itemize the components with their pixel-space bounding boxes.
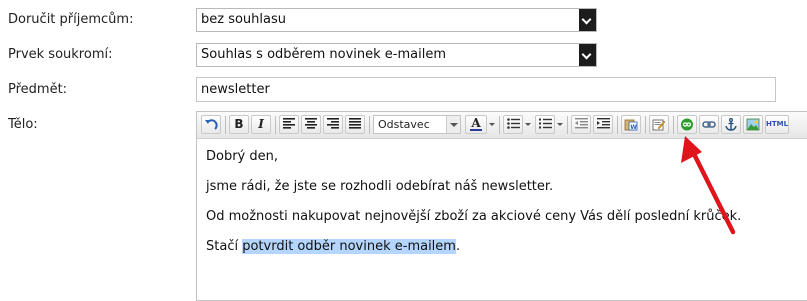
format-select-value: Odstavec (378, 118, 430, 131)
insert-image-button[interactable] (743, 115, 763, 134)
content-line-offer: Od možnosti nakupovat nejnovější zboží z… (206, 209, 742, 224)
align-center-button[interactable] (301, 115, 321, 134)
html-source-button[interactable]: HTML (765, 115, 789, 134)
chevron-down-icon[interactable] (446, 116, 460, 133)
body-label: Tělo: (8, 117, 38, 132)
undo-icon (205, 119, 218, 130)
numbered-list-dropdown[interactable] (557, 115, 565, 134)
font-color-swatch (470, 129, 482, 131)
bullet-list-icon (506, 118, 520, 129)
content-line-confirm: Stačí potvrdit odběr novinek e-mailem. (206, 238, 741, 255)
confirm-prefix: Stačí (206, 239, 243, 254)
paste-word-icon: W (624, 119, 638, 131)
bullet-list-dropdown[interactable] (525, 115, 533, 134)
privacy-select[interactable]: Souhlas s odběrem novinek e-mailem (196, 43, 597, 67)
toolbar-separator (225, 116, 226, 134)
link-icon (702, 121, 716, 128)
content-line-intro: jsme rádi, že jste se rozhodli odebírat … (206, 179, 554, 194)
anchor-icon (725, 118, 737, 131)
font-color-dropdown[interactable] (489, 115, 497, 134)
insert-link-button[interactable] (699, 115, 719, 134)
content-line-greeting: Dobrý den, (206, 149, 279, 164)
confirm-suffix: . (455, 239, 461, 254)
toolbar-separator (617, 116, 618, 134)
subject-input[interactable]: newsletter (196, 77, 776, 102)
font-color-button[interactable]: A (465, 115, 487, 134)
body-editor[interactable]: B I Odstavec A W HTML Dobrý den, jsme rá… (196, 111, 807, 301)
edit-icon (652, 119, 666, 131)
toolbar-separator (499, 116, 500, 134)
recipients-label: Doručit příjemcům: (8, 12, 134, 27)
toolbar-separator (645, 116, 646, 134)
numbered-list-button[interactable] (535, 115, 555, 134)
image-icon (746, 118, 760, 131)
privacy-select-value: Souhlas s odběrem novinek e-mailem (201, 47, 446, 62)
green-link-icon (681, 118, 693, 131)
recipients-select-value: bez souhlasu (201, 12, 287, 27)
insert-newsletter-link-button[interactable] (677, 115, 697, 134)
format-select[interactable]: Odstavec (373, 115, 461, 134)
align-left-button[interactable] (279, 115, 299, 134)
outdent-icon (574, 118, 588, 129)
outdent-button[interactable] (571, 115, 591, 134)
align-center-icon (305, 118, 317, 129)
align-justify-icon (349, 118, 361, 129)
editor-content[interactable]: Dobrý den, jsme rádi, že jste se rozhodl… (206, 148, 741, 268)
align-right-icon (327, 118, 339, 129)
editor-toolbar: B I Odstavec A W HTML (197, 112, 807, 139)
toolbar-separator (275, 116, 276, 134)
selected-text: potvrdit odběr novinek e-mailem (242, 239, 456, 254)
undo-button[interactable] (201, 115, 221, 134)
svg-text:W: W (630, 124, 637, 131)
toolbar-separator (567, 116, 568, 134)
indent-icon (596, 118, 610, 129)
toolbar-separator (369, 116, 370, 134)
subject-input-value: newsletter (201, 82, 270, 97)
paste-from-word-button[interactable]: W (621, 115, 641, 134)
indent-button[interactable] (593, 115, 613, 134)
italic-button[interactable]: I (251, 115, 271, 134)
chevron-down-icon[interactable] (579, 9, 596, 31)
insert-anchor-button[interactable] (721, 115, 741, 134)
align-left-icon (283, 118, 295, 129)
numbered-list-icon (538, 118, 552, 129)
subject-label: Předmět: (8, 82, 68, 97)
align-justify-button[interactable] (345, 115, 365, 134)
toolbar-separator (673, 116, 674, 134)
align-right-button[interactable] (323, 115, 343, 134)
privacy-label: Prvek soukromí: (8, 47, 113, 62)
edit-source-button[interactable] (649, 115, 669, 134)
chevron-down-icon[interactable] (579, 44, 596, 66)
bold-button[interactable]: B (229, 115, 249, 134)
recipients-select[interactable]: bez souhlasu (196, 8, 597, 32)
bullet-list-button[interactable] (503, 115, 523, 134)
